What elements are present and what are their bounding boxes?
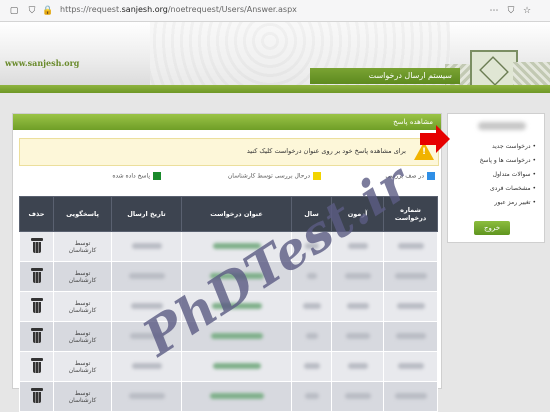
number-cell	[383, 231, 438, 262]
number-cell	[383, 291, 438, 322]
logout-button[interactable]: خروج	[474, 221, 510, 235]
trash-icon[interactable]	[30, 388, 43, 403]
panel-title: مشاهده پاسخ	[13, 114, 441, 130]
table-row: توسط کارشناسان	[19, 381, 438, 412]
trash-icon[interactable]	[30, 298, 43, 313]
title-cell[interactable]	[181, 351, 292, 382]
exam-cell	[331, 261, 384, 292]
shield-icon[interactable]: ⛉	[26, 5, 38, 17]
reader-icon[interactable]: ▢	[8, 5, 20, 17]
date-cell	[111, 231, 182, 262]
number-cell	[383, 261, 438, 292]
url-path: /noetrequest/Users/Answer.aspx	[167, 5, 297, 14]
legend-answered: پاسخ داده شده	[112, 172, 161, 180]
date-cell	[111, 381, 182, 412]
delete-cell	[19, 351, 54, 382]
trash-icon[interactable]	[30, 268, 43, 283]
delete-cell	[19, 231, 54, 262]
bookmark-star-icon[interactable]: ☆	[521, 5, 533, 17]
exam-cell	[331, 321, 384, 352]
year-cell	[291, 291, 332, 322]
responder-cell: توسط کارشناسان	[53, 381, 112, 412]
delete-cell	[19, 261, 54, 292]
notice-text: برای مشاهده پاسخ خود بر روی عنوان درخواس…	[246, 147, 406, 155]
col-responder: پاسخگویی	[53, 196, 112, 232]
user-sidebar: درخواست جدید درخواست ها و پاسخ سوالات مت…	[447, 113, 545, 243]
responder-cell: توسط کارشناسان	[53, 321, 112, 352]
menu-requests-answers[interactable]: درخواست ها و پاسخ	[480, 157, 536, 164]
pocket-icon[interactable]: ⛉	[505, 5, 517, 17]
menu-profile[interactable]: مشخصات فردی	[490, 185, 536, 192]
year-cell	[291, 351, 332, 382]
title-cell[interactable]	[181, 381, 292, 412]
delete-cell	[19, 321, 54, 352]
site-url[interactable]: www.sanjesh.org	[5, 58, 79, 68]
site-header: www.sanjesh.org سیستم ارسال درخواست	[0, 22, 550, 92]
exam-cell	[331, 381, 384, 412]
exam-cell	[331, 351, 384, 382]
more-icon[interactable]: ⋯	[488, 5, 500, 17]
exam-cell	[331, 291, 384, 322]
table-row: توسط کارشناسان	[19, 351, 438, 382]
url-prefix: https://request.	[60, 5, 122, 14]
menu-faq[interactable]: سوالات متداول	[493, 171, 536, 178]
responder-cell: توسط کارشناسان	[53, 261, 112, 292]
answer-panel: مشاهده پاسخ ! برای مشاهده پاسخ خود بر رو…	[12, 113, 442, 412]
delete-cell	[19, 291, 54, 322]
trash-icon[interactable]	[30, 358, 43, 373]
number-cell	[383, 351, 438, 382]
menu-change-password[interactable]: تغییر رمز عبور	[494, 199, 536, 206]
header-stripe	[0, 85, 550, 93]
responder-cell: توسط کارشناسان	[53, 231, 112, 262]
trash-icon[interactable]	[30, 328, 43, 343]
url-field[interactable]: https://request.sanjesh.org/noetrequest/…	[60, 5, 297, 14]
number-cell	[383, 321, 438, 352]
delete-cell	[19, 381, 54, 412]
year-cell	[291, 381, 332, 412]
col-delete: حذف	[19, 196, 54, 232]
legend-answered-swatch	[153, 172, 161, 180]
url-domain: sanjesh.org	[121, 5, 168, 14]
browser-address-bar: ▢ ⛉ 🔒 https://request.sanjesh.org/noetre…	[0, 0, 550, 22]
legend-in-review-swatch	[313, 172, 321, 180]
responder-cell: توسط کارشناسان	[53, 351, 112, 382]
lock-icon: 🔒	[42, 6, 54, 16]
legend-in-review: درحال بررسی توسط کارشناسان	[228, 172, 321, 180]
system-title: سیستم ارسال درخواست	[310, 68, 460, 84]
user-name-blurred	[478, 122, 526, 130]
col-send-date: تاریخ ارسال	[111, 196, 182, 232]
responder-cell: توسط کارشناسان	[53, 291, 112, 322]
menu-new-request[interactable]: درخواست جدید	[492, 143, 536, 150]
number-cell	[383, 381, 438, 412]
date-cell	[111, 261, 182, 292]
year-cell	[291, 321, 332, 352]
trash-icon[interactable]	[30, 238, 43, 253]
